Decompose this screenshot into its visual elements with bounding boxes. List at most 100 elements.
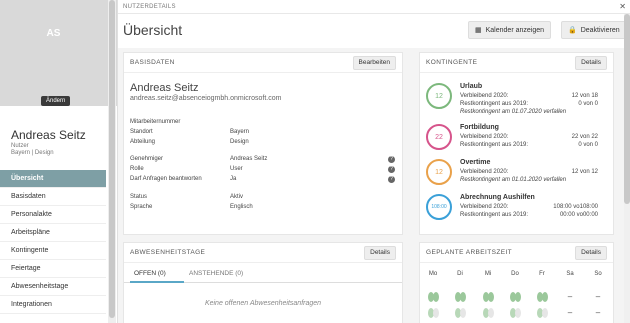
no-work-dash: –	[595, 292, 601, 301]
help-icon[interactable]: ?	[388, 176, 395, 183]
page-header: Übersicht ▦ Kalender anzeigen 🔒 Deaktivi…	[118, 14, 630, 48]
contingent-line-label: Verbleibend 2020:	[460, 169, 509, 175]
help-icon[interactable]: ?	[388, 166, 395, 173]
contingent-line-value: 12 von 18	[571, 93, 598, 99]
field-row: Rolle User ?	[130, 166, 400, 174]
weekday-label: Sa	[566, 271, 574, 277]
contingent-line: Restkontingent aus 2019: 0 von 0	[460, 101, 598, 107]
field-row: Status Aktiv	[130, 194, 400, 202]
field-key: Standort	[130, 129, 153, 135]
field-key: Status	[130, 194, 148, 200]
contingent-title: Fortbildung	[460, 124, 499, 131]
empty-state-text: Keine offenen Abwesenheitsanfragen	[204, 300, 322, 307]
deactivate-label: Deaktivieren	[580, 26, 620, 34]
sidebar-item-basisdaten[interactable]: Basisdaten	[0, 188, 106, 206]
contingent-line-value: 00:00 vo00:00	[559, 212, 598, 218]
user-name: Andreas Seitz	[11, 128, 86, 142]
abwesenheitstage-title: ABWESENHEITSTAGE	[130, 249, 206, 256]
weekday-label: Mi	[484, 271, 492, 277]
edit-button[interactable]: Bearbeiten	[352, 56, 396, 70]
weekday-label: Di	[457, 271, 463, 277]
no-work-dash: –	[567, 292, 573, 301]
field-value: Aktiv	[230, 194, 244, 200]
calendar-icon: ▦	[475, 27, 482, 34]
user-role: Nutzer	[11, 143, 29, 149]
arbeitszeit-title: GEPLANTE ARBEITSZEIT	[426, 249, 513, 256]
abwesenheitstage-panel: ABWESENHEITSTAGE Details OFFEN (0) ANSTE…	[123, 242, 403, 323]
contingent-line: Verbleibend 2020: 12 von 18	[460, 93, 598, 99]
basisdaten-email: andreas.seitz@absenceiogmbh.onmicrosoft.…	[130, 95, 282, 102]
field-key: Abteilung	[130, 139, 156, 145]
workday-leaf-icon	[483, 308, 494, 318]
help-icon[interactable]: ?	[388, 156, 395, 163]
sidebar-item-arbeitsplaene[interactable]: Arbeitspläne	[0, 224, 106, 242]
contingent-ring: 22	[426, 124, 452, 150]
tab-pending[interactable]: ANSTEHENDE (0)	[189, 270, 243, 277]
abwesenheitstage-details-button[interactable]: Details	[364, 246, 396, 260]
contingent-line-label: Restkontingent aus 2019:	[460, 101, 529, 107]
contingent-ring: 12	[426, 83, 452, 109]
page-title: Übersicht	[123, 22, 183, 38]
field-key: Darf Anfragen beantworten	[130, 176, 202, 182]
arbeitszeit-panel: GEPLANTE ARBEITSZEIT Details Mo Di Mi Do…	[419, 242, 614, 323]
workday-leaf-icon	[510, 292, 521, 302]
deactivate-button[interactable]: 🔒 Deaktivieren	[561, 21, 627, 39]
weekday-label: Do	[511, 271, 519, 277]
contingent-item-urlaub: 12 Urlaub Verbleibend 2020: 12 von 18 Re…	[426, 83, 606, 119]
sidebar-scrollbar-thumb[interactable]	[109, 0, 115, 318]
contingent-note: Restkontingent am 01.01.2020 verfallen	[460, 177, 567, 183]
contingent-line: Restkontingent aus 2019: 0 von 0	[460, 142, 598, 148]
contingent-line-value: 12 von 12	[571, 169, 598, 175]
contingent-line: Verbleibend 2020: 22 von 22	[460, 134, 598, 140]
kontingente-details-button[interactable]: Details	[575, 56, 607, 70]
main-scrollbar-thumb[interactable]	[624, 14, 630, 204]
sidebar-item-uebersicht[interactable]: Übersicht	[0, 170, 106, 188]
sidebar-item-kontingente[interactable]: Kontingente	[0, 242, 106, 260]
field-row: Mitarbeiternummer	[130, 119, 400, 127]
field-value: Bayern	[230, 129, 250, 135]
workday-leaf-icon	[510, 308, 521, 318]
field-row: Sprache Englisch	[130, 204, 400, 212]
workday-leaf-icon	[537, 308, 548, 318]
field-value: Andreas Seitz	[230, 156, 268, 162]
contingent-line: Restkontingent aus 2019: 00:00 vo00:00	[460, 212, 598, 218]
contingent-line-label: Verbleibend 2020:	[460, 134, 509, 140]
sidebar-item-feiertage[interactable]: Feiertage	[0, 260, 106, 278]
field-row: Genehmiger Andreas Seitz ?	[130, 156, 400, 164]
field-value: User	[230, 166, 243, 172]
field-key: Rolle	[130, 166, 144, 172]
no-work-dash: –	[567, 308, 573, 317]
workday-leaf-icon	[537, 292, 548, 302]
contingent-line-label: Verbleibend 2020:	[460, 204, 509, 210]
contingent-line-value: 22 von 22	[571, 134, 598, 140]
contingent-line-label: Verbleibend 2020:	[460, 93, 509, 99]
kontingente-panel: KONTINGENTE Details 12 Urlaub Verbleiben…	[419, 52, 614, 235]
basisdaten-title: BASISDATEN	[130, 59, 175, 66]
close-icon[interactable]: ✕	[619, 2, 626, 11]
absence-tabs: OFFEN (0) ANSTEHENDE (0)	[124, 263, 402, 283]
basisdaten-name: Andreas Seitz	[130, 82, 199, 94]
workday-leaf-icon	[455, 292, 466, 302]
kontingente-title: KONTINGENTE	[426, 59, 478, 66]
active-tab-indicator	[130, 281, 184, 283]
topbar: NUTZERDETAILS ✕	[118, 0, 630, 14]
field-row: Standort Bayern	[130, 129, 400, 137]
sidebar-item-abwesenheitstage[interactable]: Abwesenheitstage	[0, 278, 106, 296]
tab-open[interactable]: OFFEN (0)	[134, 270, 166, 277]
sidebar-item-personalakte[interactable]: Personalakte	[0, 206, 106, 224]
field-key: Mitarbeiternummer	[130, 119, 181, 125]
contingent-line-value: 108:00 vo108:00	[553, 204, 598, 210]
workday-leaf-icon	[455, 308, 466, 318]
arbeitszeit-details-button[interactable]: Details	[575, 246, 607, 260]
weekday-label: Mo	[428, 271, 438, 277]
change-avatar-button[interactable]: Ändern	[41, 96, 71, 106]
contingent-title: Abrechnung Aushilfen	[460, 194, 535, 201]
topbar-label: NUTZERDETAILS	[123, 4, 176, 10]
sidebar-nav: Übersicht Basisdaten Personalakte Arbeit…	[0, 170, 106, 314]
workday-leaf-icon	[483, 292, 494, 302]
basisdaten-header: BASISDATEN Bearbeiten	[124, 53, 402, 73]
contingent-ring: 12	[426, 159, 452, 185]
kontingente-header: KONTINGENTE Details	[420, 53, 613, 73]
show-calendar-button[interactable]: ▦ Kalender anzeigen	[468, 21, 552, 39]
sidebar-item-integrationen[interactable]: Integrationen	[0, 296, 106, 314]
